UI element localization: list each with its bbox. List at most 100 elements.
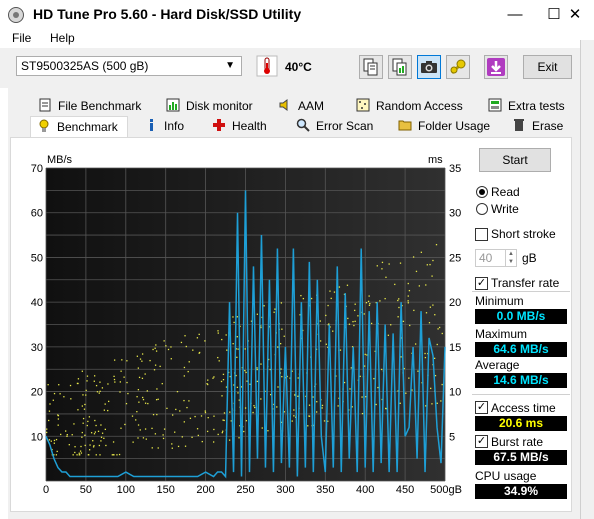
access-time-point [46,431,48,434]
exit-button[interactable]: Exit [523,55,572,79]
access-time-point [364,365,366,367]
x-tick-label: 50 [80,484,92,496]
access-time-point [432,259,434,262]
access-time-checkbox[interactable]: ✓ [475,401,488,414]
access-time-point [103,409,106,411]
options-button[interactable] [446,55,470,79]
access-time-point [94,419,96,422]
access-time-point [207,379,209,381]
tab-error-scan[interactable]: Error Scan [290,116,376,136]
access-time-point [291,420,293,422]
access-time-point [94,431,96,433]
tab-extra-tests[interactable]: Extra tests [482,96,572,116]
access-time-point [363,313,365,315]
access-time-point [223,412,226,414]
access-time-point [58,384,60,386]
access-time-point [361,396,363,398]
tab-info[interactable]: Info [138,116,202,136]
access-time-point [221,338,223,341]
tab-aam[interactable]: AAM [272,96,342,116]
access-time-point [99,454,101,456]
access-time-point [93,445,95,447]
write-radio[interactable] [476,203,488,215]
access-time-point [74,446,76,448]
access-time-point [244,348,246,350]
burst-rate-checkbox[interactable]: ✓ [475,435,488,448]
access-time-point [424,356,427,359]
x-tick-label: 350 [316,484,334,496]
y-left-tick-label: 10 [31,431,43,443]
access-time-point [80,445,82,448]
short-stroke-unit: gB [522,251,537,265]
access-time-point [125,402,128,405]
cpu-usage-value: 34.9% [475,484,567,499]
access-time-point [390,324,392,326]
access-time-point [321,404,324,407]
access-time-point [90,432,93,434]
y-left-tick-label: 60 [31,208,43,220]
access-time-point [82,422,84,424]
access-time-point [113,375,115,378]
access-time-point [48,419,50,422]
tab-benchmark[interactable]: Benchmark [30,116,128,138]
access-time-point [213,415,215,417]
access-time-point [162,434,164,436]
access-time-point [147,402,149,405]
copy-chart-icon [392,58,407,76]
access-time-point [138,376,141,379]
access-time-point [354,303,356,305]
tab-file-benchmark[interactable]: File Benchmark [32,96,156,116]
copy-info-button[interactable] [359,55,383,79]
minimize-button[interactable]: — [496,0,534,30]
read-radio[interactable] [476,186,488,198]
access-time-point [213,428,215,431]
tab-disk-monitor[interactable]: Disk monitor [160,96,270,116]
access-time-point [112,454,114,456]
average-label: Average [475,358,520,372]
access-time-point [325,343,328,345]
tab-folder-usage[interactable]: Folder Usage [392,116,492,136]
screenshot-button[interactable] [417,55,441,79]
access-time-point [63,396,65,398]
drive-select-value: ST9500325AS (500 gB) [21,59,149,73]
access-time-point [228,439,231,441]
access-time-point [399,402,401,404]
access-time-point [420,251,423,253]
access-time-point [260,398,262,400]
access-time-point [302,297,305,300]
access-time-point [436,343,438,346]
access-time-point [370,322,373,325]
tab-erase[interactable]: Erase [506,116,572,136]
access-time-point [196,337,199,339]
access-time-point [184,335,186,337]
menu-file[interactable]: File [12,31,31,45]
tab-health[interactable]: Health [206,116,282,136]
random-access-icon [356,98,370,112]
menu-help[interactable]: Help [50,31,75,45]
start-button[interactable]: Start [479,148,551,172]
access-time-point [136,396,138,398]
access-time-point [217,332,219,334]
access-time-point [263,305,265,307]
tab-random-access[interactable]: Random Access [350,96,474,116]
access-time-point [279,342,282,345]
access-time-point [339,349,342,351]
transfer-rate-checkbox[interactable]: ✓ [475,277,488,290]
access-time-point [357,315,359,317]
save-download-button[interactable] [484,55,508,79]
maximum-value: 64.6 MB/s [475,342,567,357]
access-time-point [222,419,224,421]
average-value: 14.6 MB/s [475,373,567,388]
short-stroke-stepper[interactable]: 40 ▲ ▼ [475,249,517,267]
spin-arrows-icon: ▲ ▼ [505,250,516,266]
close-button[interactable]: ✕ [556,0,594,30]
drive-select[interactable]: ST9500325AS (500 gB) ▼ [16,56,242,76]
access-time-point [425,405,427,407]
copy-chart-button[interactable] [388,55,412,79]
access-time-point [121,359,123,361]
access-time-point [126,360,128,362]
access-time-point [428,322,431,324]
access-time-point [183,399,185,402]
access-time-point [191,436,193,438]
short-stroke-checkbox[interactable] [475,228,488,241]
